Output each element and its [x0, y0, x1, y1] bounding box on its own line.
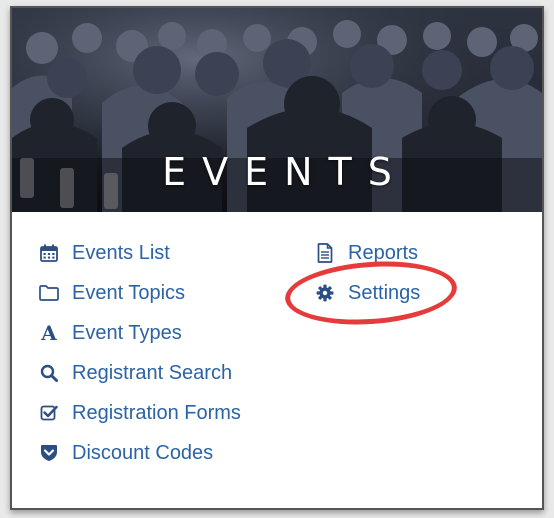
document-icon [314, 242, 336, 264]
calendar-icon [38, 242, 60, 264]
checkbox-icon [38, 402, 60, 424]
menu-item-label: Event Topics [72, 281, 186, 304]
folder-icon [38, 282, 60, 304]
search-icon [38, 362, 60, 384]
menu-item-registration-forms[interactable]: Registration Forms [38, 398, 241, 428]
menu-item-label: Registration Forms [72, 401, 241, 424]
menu-item-settings[interactable]: Settings [314, 278, 420, 308]
letter-a-icon: A [41, 321, 57, 345]
tag-shield-icon [38, 442, 60, 464]
menu-item-label: Settings [348, 281, 421, 304]
menu-item-label: Discount Codes [72, 441, 214, 464]
menu-item-discount-codes[interactable]: Discount Codes [38, 438, 213, 468]
events-banner: EVENTS [12, 8, 542, 212]
menu-item-label: Registrant Search [72, 361, 233, 384]
menu-item-event-topics[interactable]: Event Topics [38, 278, 185, 308]
menu-item-events-list[interactable]: Events List [38, 238, 170, 268]
banner-title: EVENTS [162, 150, 408, 194]
menu-item-event-types[interactable]: A Event Types [38, 318, 182, 348]
menu-item-label: Reports [348, 241, 419, 264]
menu-item-label: Event Types [72, 321, 182, 344]
menu-item-label: Events List [72, 241, 170, 264]
events-menu: Events List Event Topics A Event Types R… [12, 212, 542, 508]
menu-item-registrant-search[interactable]: Registrant Search [38, 358, 232, 388]
gear-icon [314, 282, 336, 304]
events-panel: EVENTS Events List Event Topics A Event … [10, 6, 544, 510]
menu-item-reports[interactable]: Reports [314, 238, 418, 268]
